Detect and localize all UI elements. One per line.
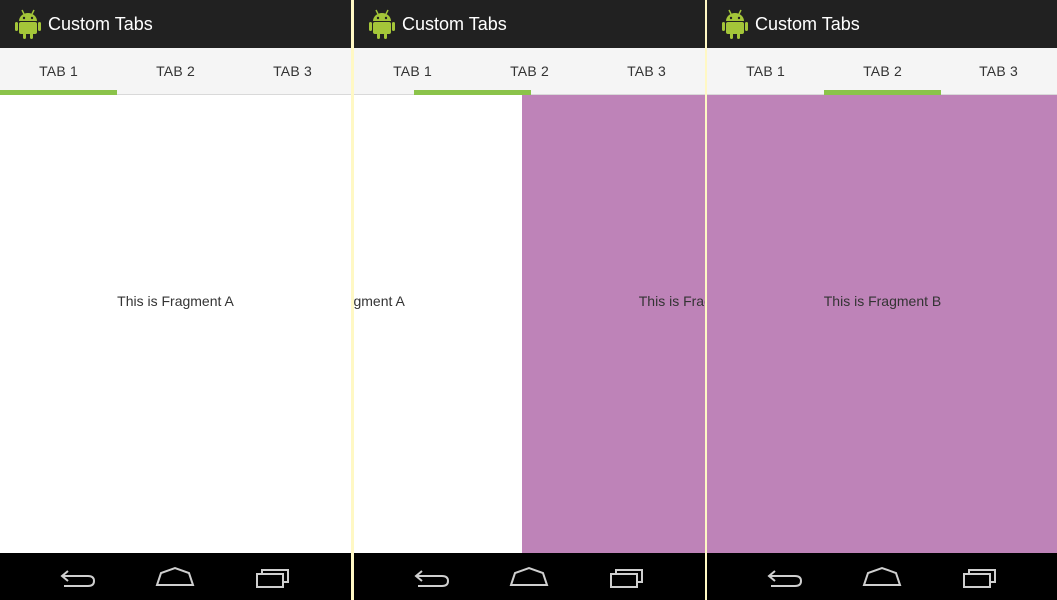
fragment-a-text: This is Fragment A: [354, 293, 405, 309]
view-pager[interactable]: This is Fragment A: [0, 95, 351, 553]
action-bar: Custom Tabs: [0, 0, 351, 48]
recents-icon[interactable]: [961, 565, 1001, 589]
home-icon[interactable]: [862, 565, 902, 589]
app-title: Custom Tabs: [402, 13, 507, 34]
tab-1[interactable]: TAB 1: [354, 48, 471, 94]
action-bar: Custom Tabs: [707, 0, 1057, 48]
back-icon[interactable]: [412, 565, 452, 589]
tab-2[interactable]: TAB 2: [471, 48, 588, 94]
screenshot-2: Custom Tabs TAB 1 TAB 2 TAB 3 This is Fr…: [354, 0, 705, 600]
tab-1[interactable]: TAB 1: [707, 48, 824, 94]
tab-3[interactable]: TAB 3: [588, 48, 705, 94]
navigation-bar: [707, 553, 1057, 600]
fragment-a: This is Fragment A: [0, 95, 351, 553]
tab-1[interactable]: TAB 1: [0, 48, 117, 94]
app-title: Custom Tabs: [48, 13, 153, 34]
tab-3[interactable]: TAB 3: [234, 48, 351, 94]
fragment-b: This is Fragment B: [707, 95, 1057, 553]
android-robot-icon: [722, 9, 748, 39]
back-icon[interactable]: [765, 565, 805, 589]
home-icon[interactable]: [155, 565, 195, 589]
fragment-a-text: This is Fragment A: [117, 293, 234, 309]
fragment-b-text: This is Fragment B: [638, 293, 705, 309]
screenshot-3: Custom Tabs TAB 1 TAB 2 TAB 3 This is Fr…: [707, 0, 1057, 600]
back-icon[interactable]: [58, 565, 98, 589]
android-robot-icon: [15, 9, 41, 39]
tab-2[interactable]: TAB 2: [117, 48, 234, 94]
home-icon[interactable]: [509, 565, 549, 589]
tab-2[interactable]: TAB 2: [824, 48, 941, 94]
tab-strip: TAB 1 TAB 2 TAB 3: [707, 48, 1057, 95]
navigation-bar: [0, 553, 351, 600]
screenshot-1: Custom Tabs TAB 1 TAB 2 TAB 3 This is Fr…: [0, 0, 351, 600]
fragment-b-text: This is Fragment B: [823, 293, 942, 309]
tab-strip: TAB 1 TAB 2 TAB 3: [354, 48, 705, 95]
action-bar: Custom Tabs: [354, 0, 705, 48]
tab-strip: TAB 1 TAB 2 TAB 3: [0, 48, 351, 95]
view-pager[interactable]: This is Fragment A This is Fragment B: [354, 95, 705, 553]
tab-3[interactable]: TAB 3: [940, 48, 1057, 94]
fragment-b: This is Fragment B: [522, 95, 705, 553]
android-robot-icon: [369, 9, 395, 39]
fragment-a: This is Fragment A: [354, 95, 522, 553]
app-title: Custom Tabs: [755, 13, 860, 34]
recents-icon[interactable]: [254, 565, 294, 589]
navigation-bar: [354, 553, 705, 600]
recents-icon[interactable]: [608, 565, 648, 589]
view-pager[interactable]: This is Fragment B: [707, 95, 1057, 553]
